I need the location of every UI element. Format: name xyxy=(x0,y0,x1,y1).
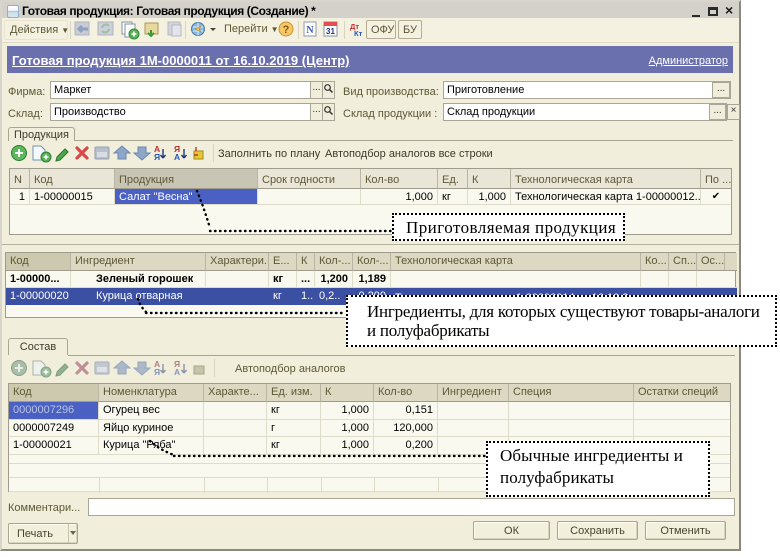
svg-text:?: ? xyxy=(283,24,290,36)
svg-text:31: 31 xyxy=(326,27,335,36)
svg-text:Кт: Кт xyxy=(354,29,363,38)
svg-text:А: А xyxy=(174,367,180,377)
svg-text:Я: Я xyxy=(154,367,160,377)
svg-text:А: А xyxy=(174,152,180,162)
svg-text:Я: Я xyxy=(154,152,160,162)
svg-text:N: N xyxy=(306,25,314,36)
